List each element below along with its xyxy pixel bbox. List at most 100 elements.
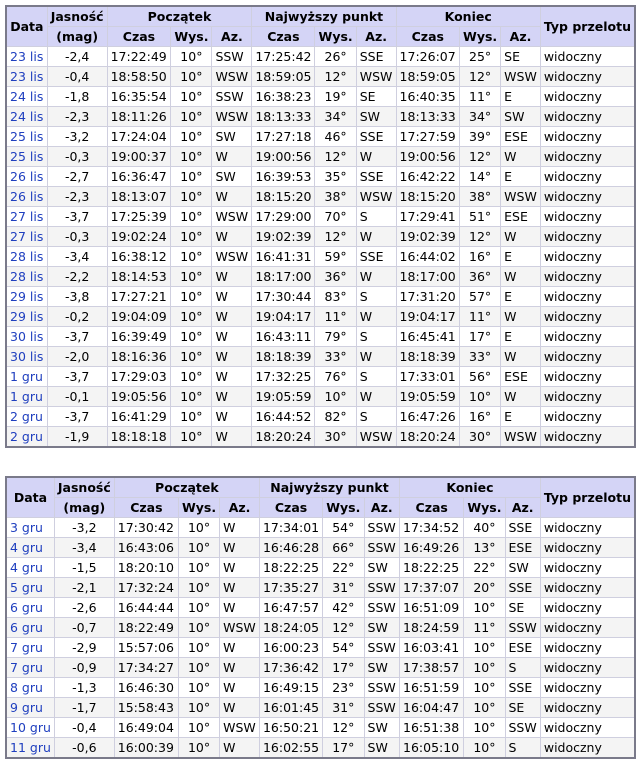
- cell-max-alt: 12°: [314, 226, 357, 247]
- date-link[interactable]: 8 gru: [10, 680, 43, 695]
- date-link[interactable]: 26 lis: [10, 189, 43, 204]
- cell-start-time: 19:05:56: [106, 386, 172, 407]
- date-link[interactable]: 24 lis: [10, 89, 43, 104]
- cell-end-time: 17:34:52: [399, 517, 465, 538]
- cell-end-alt: 22°: [463, 557, 506, 578]
- cell-magnitude: -3,4: [53, 537, 115, 558]
- date-link[interactable]: 24 lis: [10, 109, 43, 124]
- header-wys: Wys.: [314, 26, 357, 47]
- cell-pass-type: widoczny: [539, 697, 636, 718]
- cell-pass-type: widoczny: [539, 126, 636, 147]
- cell-max-time: 18:22:25: [258, 557, 324, 578]
- cell-max-time: 17:36:42: [258, 657, 324, 678]
- date-link[interactable]: 1 gru: [10, 389, 43, 404]
- date-link[interactable]: 9 gru: [10, 700, 43, 715]
- cell-end-alt: 10°: [463, 637, 506, 658]
- cell-max-alt: 54°: [322, 517, 365, 538]
- header-typ: Typ przelotu: [539, 5, 636, 47]
- table-row: 25 lis -3,2 17:24:04 10° SW 17:27:18 46° SSE 17:…: [5, 126, 636, 147]
- date-link[interactable]: 10 gru: [10, 720, 51, 735]
- date-link[interactable]: 4 gru: [10, 540, 43, 555]
- cell-end-az: E: [500, 86, 541, 107]
- date-link[interactable]: 29 lis: [10, 289, 43, 304]
- table-row: 6 gru -2,6 16:44:44 10° W 16:47:57 42° SSW 16:51…: [5, 597, 636, 618]
- date-link[interactable]: 25 lis: [10, 149, 43, 164]
- table-row: 1 gru -3,7 17:29:03 10° W 17:32:25 76° S 17:33:0…: [5, 366, 636, 387]
- cell-start-time: 17:34:27: [113, 657, 179, 678]
- cell-max-az: WSW: [355, 426, 397, 448]
- cell-pass-type: widoczny: [539, 717, 636, 738]
- cell-start-time: 17:29:03: [106, 366, 172, 387]
- date-link[interactable]: 28 lis: [10, 249, 43, 264]
- date-link[interactable]: 27 lis: [10, 209, 43, 224]
- cell-magnitude: -0,2: [46, 306, 108, 327]
- cell-max-alt: 12°: [322, 617, 365, 638]
- cell-pass-type: widoczny: [539, 657, 636, 678]
- cell-max-alt: 54°: [322, 637, 365, 658]
- date-link[interactable]: 23 lis: [10, 69, 43, 84]
- cell-end-az: SE: [504, 697, 541, 718]
- table-row: 2 gru -1,9 18:18:18 10° W 18:20:24 30° WSW 18:20…: [5, 426, 636, 448]
- cell-end-time: 16:40:35: [395, 86, 461, 107]
- cell-end-time: 17:26:07: [395, 46, 461, 67]
- date-link[interactable]: 30 lis: [10, 329, 43, 344]
- cell-end-alt: 38°: [459, 186, 502, 207]
- cell-pass-type: widoczny: [539, 46, 636, 67]
- cell-end-time: 17:33:01: [395, 366, 461, 387]
- cell-start-alt: 10°: [170, 326, 213, 347]
- date-link[interactable]: 11 gru: [10, 740, 51, 755]
- date-link[interactable]: 30 lis: [10, 349, 43, 364]
- cell-date: 24 lis: [5, 106, 48, 127]
- cell-pass-type: widoczny: [539, 577, 636, 598]
- cell-max-alt: 38°: [314, 186, 357, 207]
- date-link[interactable]: 25 lis: [10, 129, 43, 144]
- cell-max-az: SW: [363, 717, 401, 738]
- cell-start-az: W: [219, 697, 260, 718]
- date-link[interactable]: 2 gru: [10, 429, 43, 444]
- date-link[interactable]: 27 lis: [10, 229, 43, 244]
- cell-start-az: W: [219, 577, 260, 598]
- date-link[interactable]: 23 lis: [10, 49, 43, 64]
- cell-start-time: 17:27:21: [106, 286, 172, 307]
- cell-max-time: 18:18:39: [251, 346, 316, 367]
- cell-magnitude: -2,3: [46, 106, 108, 127]
- date-link[interactable]: 3 gru: [10, 520, 43, 535]
- cell-start-time: 17:30:42: [113, 517, 179, 538]
- cell-max-alt: 59°: [314, 246, 357, 267]
- header-mag: (mag): [46, 26, 108, 47]
- cell-start-time: 16:36:47: [106, 166, 172, 187]
- cell-magnitude: -2,1: [53, 577, 115, 598]
- date-link[interactable]: 6 gru: [10, 600, 43, 615]
- cell-date: 29 lis: [5, 286, 48, 307]
- table-1-body: 23 lis -2,4 17:22:49 10° SSW 17:25:42 26° SSE 17…: [5, 46, 636, 448]
- table-row: 5 gru -2,1 17:32:24 10° W 17:35:27 31° SSW 17:37…: [5, 577, 636, 598]
- cell-end-az: E: [500, 246, 541, 267]
- date-link[interactable]: 28 lis: [10, 269, 43, 284]
- cell-max-time: 16:50:21: [258, 717, 324, 738]
- date-link[interactable]: 6 gru: [10, 620, 43, 635]
- cell-start-alt: 10°: [170, 426, 213, 448]
- cell-end-az: SSW: [504, 717, 541, 738]
- date-link[interactable]: 1 gru: [10, 369, 43, 384]
- cell-date: 27 lis: [5, 226, 48, 247]
- header-wys: Wys.: [463, 497, 506, 518]
- cell-pass-type: widoczny: [539, 286, 636, 307]
- cell-magnitude: -3,7: [46, 206, 108, 227]
- header-mag: (mag): [53, 497, 115, 518]
- date-link[interactable]: 7 gru: [10, 640, 43, 655]
- cell-date: 1 gru: [5, 366, 48, 387]
- date-link[interactable]: 2 gru: [10, 409, 43, 424]
- cell-end-time: 16:51:38: [399, 717, 465, 738]
- date-link[interactable]: 26 lis: [10, 169, 43, 184]
- date-link[interactable]: 4 gru: [10, 560, 43, 575]
- header-data: Data: [5, 5, 48, 47]
- cell-start-alt: 10°: [170, 366, 213, 387]
- cell-date: 25 lis: [5, 126, 48, 147]
- cell-start-az: W: [211, 386, 253, 407]
- cell-start-alt: 10°: [170, 106, 213, 127]
- date-link[interactable]: 29 lis: [10, 309, 43, 324]
- cell-max-alt: 12°: [314, 146, 357, 167]
- header-czas: Czas: [113, 497, 179, 518]
- date-link[interactable]: 5 gru: [10, 580, 43, 595]
- date-link[interactable]: 7 gru: [10, 660, 43, 675]
